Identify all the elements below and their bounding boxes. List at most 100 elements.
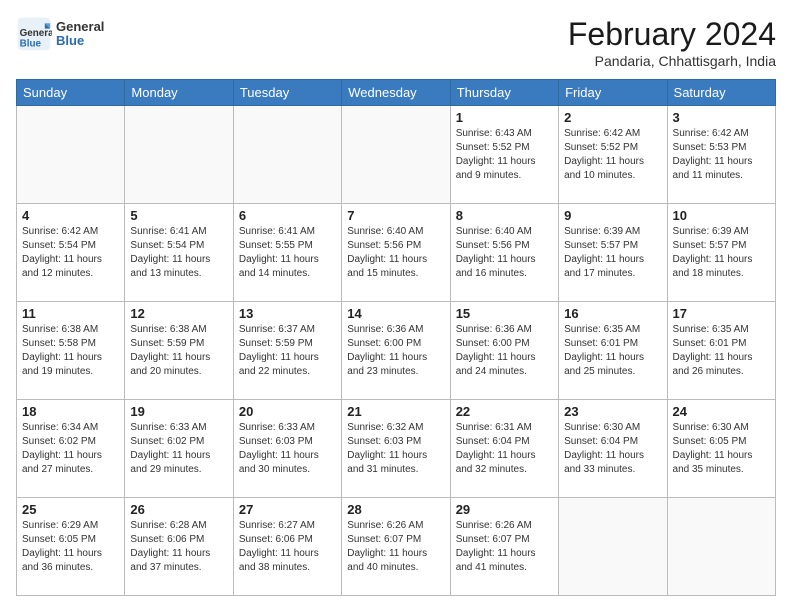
col-header-sunday: Sunday [17,80,125,106]
calendar-cell: 26Sunrise: 6:28 AMSunset: 6:06 PMDayligh… [125,498,233,596]
day-number: 21 [347,404,444,419]
logo: General Blue General Blue [16,16,104,52]
day-number: 6 [239,208,336,223]
calendar-cell: 4Sunrise: 6:42 AMSunset: 5:54 PMDaylight… [17,204,125,302]
calendar-cell: 15 Sunrise: 6:36 AMSunset: 6:00 PMDayligh… [450,302,558,400]
day-number: 9 [564,208,661,223]
calendar-cell: 8Sunrise: 6:40 AMSunset: 5:56 PMDaylight… [450,204,558,302]
week-row-1: 1 Sunrise: 6:43 AMSunset: 5:52 PMDaylight… [17,106,776,204]
day-number: 16 [564,306,661,321]
day-info: Sunrise: 6:41 AMSunset: 5:55 PMDaylight:… [239,225,336,281]
day-info: Sunrise: 6:30 AMSunset: 6:04 PMDaylight:… [564,421,661,477]
calendar-cell: 25 Sunrise: 6:29 AMSunset: 6:05 PMDayligh… [17,498,125,596]
calendar-cell: 21 Sunrise: 6:32 AMSunset: 6:03 PMDayligh… [342,400,450,498]
day-number: 12 [130,306,227,321]
day-info: Sunrise: 6:29 AMSunset: 6:05 PMDaylight:… [22,519,119,575]
day-number: 8 [456,208,553,223]
day-info: Sunrise: 6:35 AMSunset: 6:01 PMDaylight:… [673,323,770,379]
day-info: Sunrise: 6:37 AMSunset: 5:59 PMDaylight:… [239,323,336,379]
calendar-cell: 10Sunrise: 6:39 AMSunset: 5:57 PMDayligh… [667,204,775,302]
logo-blue: Blue [56,34,104,48]
day-number: 29 [456,502,553,517]
logo-general: General [56,20,104,34]
day-number: 25 [22,502,119,517]
day-number: 14 [347,306,444,321]
day-info: Sunrise: 6:36 AMSunset: 6:00 PMDaylight:… [347,323,444,379]
week-row-3: 11 Sunrise: 6:38 AMSunset: 5:58 PMDayligh… [17,302,776,400]
day-number: 5 [130,208,227,223]
calendar-cell: 24Sunrise: 6:30 AMSunset: 6:05 PMDayligh… [667,400,775,498]
col-header-thursday: Thursday [450,80,558,106]
page: General Blue General Blue February 2024 … [0,0,792,612]
day-number: 28 [347,502,444,517]
day-number: 23 [564,404,661,419]
calendar-cell: 9 Sunrise: 6:39 AMSunset: 5:57 PMDaylight… [559,204,667,302]
header-row: SundayMondayTuesdayWednesdayThursdayFrid… [17,80,776,106]
svg-text:Blue: Blue [20,39,42,50]
day-info: Sunrise: 6:38 AMSunset: 5:59 PMDaylight:… [130,323,227,379]
calendar-cell: 23 Sunrise: 6:30 AMSunset: 6:04 PMDayligh… [559,400,667,498]
col-header-monday: Monday [125,80,233,106]
col-header-wednesday: Wednesday [342,80,450,106]
logo-icon: General Blue [16,16,52,52]
day-info: Sunrise: 6:33 AMSunset: 6:03 PMDaylight:… [239,421,336,477]
calendar-cell: 3Sunrise: 6:42 AMSunset: 5:53 PMDaylight… [667,106,775,204]
day-number: 17 [673,306,770,321]
day-info: Sunrise: 6:33 AMSunset: 6:02 PMDaylight:… [130,421,227,477]
day-info: Sunrise: 6:30 AMSunset: 6:05 PMDaylight:… [673,421,770,477]
calendar-cell: 13Sunrise: 6:37 AMSunset: 5:59 PMDayligh… [233,302,341,400]
week-row-2: 4Sunrise: 6:42 AMSunset: 5:54 PMDaylight… [17,204,776,302]
day-number: 18 [22,404,119,419]
day-info: Sunrise: 6:38 AMSunset: 5:58 PMDaylight:… [22,323,119,379]
calendar-cell: 19 Sunrise: 6:33 AMSunset: 6:02 PMDayligh… [125,400,233,498]
day-number: 15 [456,306,553,321]
day-info: Sunrise: 6:39 AMSunset: 5:57 PMDaylight:… [673,225,770,281]
day-info: Sunrise: 6:36 AMSunset: 6:00 PMDaylight:… [456,323,553,379]
day-number: 11 [22,306,119,321]
calendar-cell: 27 Sunrise: 6:27 AMSunset: 6:06 PMDayligh… [233,498,341,596]
calendar-cell: 2 Sunrise: 6:42 AMSunset: 5:52 PMDaylight… [559,106,667,204]
calendar-cell: 28 Sunrise: 6:26 AMSunset: 6:07 PMDayligh… [342,498,450,596]
day-info: Sunrise: 6:26 AMSunset: 6:07 PMDaylight:… [347,519,444,575]
day-info: Sunrise: 6:39 AMSunset: 5:57 PMDaylight:… [564,225,661,281]
day-number: 7 [347,208,444,223]
day-info: Sunrise: 6:32 AMSunset: 6:03 PMDaylight:… [347,421,444,477]
calendar-cell: 5Sunrise: 6:41 AMSunset: 5:54 PMDaylight… [125,204,233,302]
day-info: Sunrise: 6:31 AMSunset: 6:04 PMDaylight:… [456,421,553,477]
col-header-tuesday: Tuesday [233,80,341,106]
day-number: 22 [456,404,553,419]
calendar-cell: 1 Sunrise: 6:43 AMSunset: 5:52 PMDaylight… [450,106,558,204]
day-number: 2 [564,110,661,125]
calendar-cell [559,498,667,596]
title-block: February 2024 Pandaria, Chhattisgarh, In… [568,16,776,69]
day-info: Sunrise: 6:40 AMSunset: 5:56 PMDaylight:… [347,225,444,281]
day-number: 19 [130,404,227,419]
calendar-cell: 6 Sunrise: 6:41 AMSunset: 5:55 PMDaylight… [233,204,341,302]
calendar-cell: 16 Sunrise: 6:35 AMSunset: 6:01 PMDayligh… [559,302,667,400]
day-info: Sunrise: 6:42 AMSunset: 5:52 PMDaylight:… [564,127,661,183]
calendar-cell [233,106,341,204]
day-info: Sunrise: 6:27 AMSunset: 6:06 PMDaylight:… [239,519,336,575]
calendar-cell: 11 Sunrise: 6:38 AMSunset: 5:58 PMDayligh… [17,302,125,400]
day-info: Sunrise: 6:35 AMSunset: 6:01 PMDaylight:… [564,323,661,379]
calendar-cell [667,498,775,596]
day-number: 26 [130,502,227,517]
col-header-friday: Friday [559,80,667,106]
svg-text:General: General [20,28,52,39]
day-number: 4 [22,208,119,223]
day-number: 1 [456,110,553,125]
calendar-cell: 12 Sunrise: 6:38 AMSunset: 5:59 PMDayligh… [125,302,233,400]
day-info: Sunrise: 6:34 AMSunset: 6:02 PMDaylight:… [22,421,119,477]
day-number: 20 [239,404,336,419]
col-header-saturday: Saturday [667,80,775,106]
day-info: Sunrise: 6:43 AMSunset: 5:52 PMDaylight:… [456,127,553,183]
week-row-4: 18 Sunrise: 6:34 AMSunset: 6:02 PMDayligh… [17,400,776,498]
calendar-table: SundayMondayTuesdayWednesdayThursdayFrid… [16,79,776,596]
month-title: February 2024 [568,16,776,53]
week-row-5: 25 Sunrise: 6:29 AMSunset: 6:05 PMDayligh… [17,498,776,596]
calendar-cell: 17 Sunrise: 6:35 AMSunset: 6:01 PMDayligh… [667,302,775,400]
calendar-cell: 20 Sunrise: 6:33 AMSunset: 6:03 PMDayligh… [233,400,341,498]
day-number: 27 [239,502,336,517]
calendar-cell: 22 Sunrise: 6:31 AMSunset: 6:04 PMDayligh… [450,400,558,498]
calendar-cell: 29Sunrise: 6:26 AMSunset: 6:07 PMDayligh… [450,498,558,596]
